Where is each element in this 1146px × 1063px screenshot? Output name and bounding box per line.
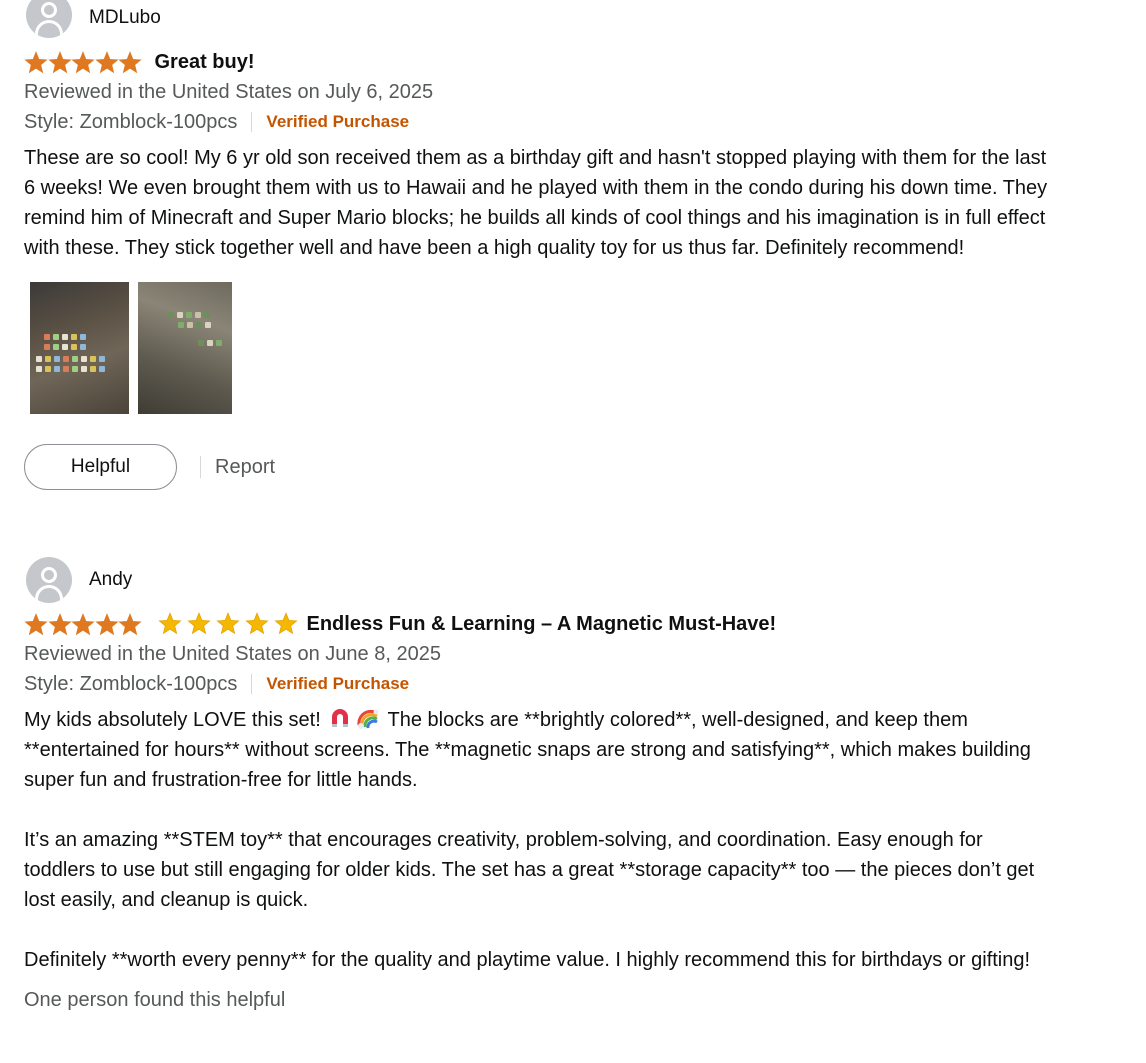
customer-photo-thumbnail[interactable] [30,282,129,414]
star-icon [71,50,95,74]
photo-detail [54,366,60,372]
avatar-icon [26,0,72,38]
photo-detail [99,356,105,362]
review-body-paragraph: Definitely **worth every penny** for the… [24,949,1031,971]
photo-detail [36,366,42,372]
photo-detail [63,356,69,362]
review-format-strip: Style: Zomblock-100pcs Verified Purchase [24,669,1064,699]
emoji-star-icon [244,612,269,636]
photo-detail [71,334,77,340]
photo-detail [80,334,86,340]
body-text-segment: My kids absolutely LOVE this set! [24,709,327,731]
photo-detail [80,344,86,350]
helpful-button[interactable]: Helpful [24,444,177,490]
star-icon [24,50,48,74]
style-label[interactable]: Style: Zomblock-100pcs [24,111,237,134]
photo-detail [72,356,78,362]
photo-detail [81,366,87,372]
review-title-row: Great buy! [24,47,1064,77]
review-body: My kids absolutely LOVE this set! The bl… [24,705,1054,975]
photo-detail [90,366,96,372]
photo-detail [186,312,192,318]
star-rating[interactable] [24,612,142,636]
review-card: MDLubo Great buy! Reviewed in the United… [24,0,1064,490]
review-title[interactable]: Great buy! [155,51,255,74]
photo-detail [62,344,68,350]
photo-detail [90,356,96,362]
helpful-count: One person found this helpful [24,989,286,1011]
star-icon [118,612,142,636]
review-body-paragraph: These are so cool! My 6 yr old son recei… [24,147,1048,259]
photo-detail [53,344,59,350]
photo-detail [72,366,78,372]
photo-detail [54,356,60,362]
reviewer-profile[interactable]: Andy [24,557,1064,603]
review-date: Reviewed in the United States on June 8,… [24,643,441,665]
review-format-strip: Style: Zomblock-100pcs Verified Purchase [24,107,1064,137]
star-rating[interactable] [24,50,142,74]
emoji-star-icon [157,612,182,636]
reviewer-name[interactable]: Andy [89,569,132,591]
photo-detail [62,334,68,340]
magnet-emoji-icon [329,707,351,729]
photo-detail [63,366,69,372]
emoji-star-icon [186,612,211,636]
photo-detail [177,312,183,318]
star-icon [94,50,119,74]
divider [200,456,201,478]
verified-purchase-badge: Verified Purchase [266,674,410,693]
photo-detail [99,366,105,372]
photo-detail [178,322,184,328]
rainbow-emoji-icon [357,707,379,729]
photo-detail [198,340,204,346]
photo-detail [216,340,222,346]
photo-detail [81,356,87,362]
photo-detail [45,356,51,362]
star-icon [94,612,119,636]
customer-photo-thumbnail[interactable] [138,282,232,414]
emoji-star-icon [215,612,240,636]
emoji-star-icon [273,612,298,636]
reviewer-profile[interactable]: MDLubo [24,0,1064,38]
star-icon [118,50,142,74]
style-label[interactable]: Style: Zomblock-100pcs [24,673,237,696]
photo-detail [168,312,174,318]
reviewer-name[interactable]: MDLubo [89,7,161,29]
review-photos [30,282,1064,414]
photo-detail [53,334,59,340]
photo-detail [45,366,51,372]
photo-detail [204,312,210,318]
review-date: Reviewed in the United States on July 6,… [24,81,434,103]
photo-detail [187,322,193,328]
divider [251,112,253,132]
review-title-row: Endless Fun & Learning – A Magnetic Must… [24,609,1064,639]
photo-detail [71,344,77,350]
star-icon [24,612,48,636]
star-icon [47,50,72,74]
divider [251,674,253,694]
review-card: Andy Endless Fun & Learning – A Magnetic… [24,557,1064,1012]
review-body-paragraph: My kids absolutely LOVE this set! The bl… [24,705,1054,795]
review-title[interactable]: Endless Fun & Learning – A Magnetic Must… [307,613,777,636]
title-emoji-stars [157,612,303,636]
review-body: These are so cool! My 6 yr old son recei… [24,143,1054,263]
avatar-icon [26,557,72,603]
review-body-paragraph: It’s an amazing **STEM toy** that encour… [24,829,1035,911]
photo-detail [196,322,202,328]
photo-detail [44,344,50,350]
photo-detail [44,334,50,340]
star-icon [71,612,95,636]
review-actions: Helpful Report [24,444,1064,490]
report-link[interactable]: Report [215,456,275,479]
verified-purchase-badge: Verified Purchase [266,112,410,131]
photo-detail [207,340,213,346]
photo-detail [195,312,201,318]
photo-detail [36,356,42,362]
star-icon [47,612,72,636]
photo-detail [205,322,211,328]
